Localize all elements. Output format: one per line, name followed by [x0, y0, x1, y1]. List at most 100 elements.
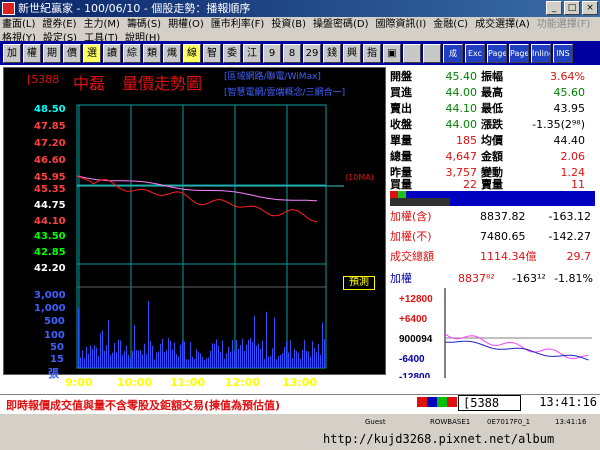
toolbar-button-21[interactable] — [423, 43, 441, 63]
volume-bar — [262, 340, 263, 368]
amount-label: 金額 — [481, 150, 503, 163]
index-row-weighted-excl[interactable]: 加權(不) 7480.65 -142.27 — [390, 227, 595, 247]
volume-bar — [98, 356, 99, 368]
volume-bar — [270, 356, 271, 368]
index-row-weighted-incl[interactable]: 加權(含) 8837.82 -163.12 — [390, 207, 595, 227]
toolbar-button-9[interactable]: 線 — [183, 43, 201, 63]
toolbar-icon-2[interactable]: Page — [487, 43, 507, 63]
toolbar-button-7[interactable]: 類 — [143, 43, 161, 63]
toolbar-button-18[interactable]: 指 — [363, 43, 381, 63]
toolbar-icon-5[interactable]: INS — [553, 43, 573, 63]
toolbar-button-1[interactable]: 權 — [23, 43, 41, 63]
minimize-button[interactable]: _ — [546, 1, 562, 15]
volume-bar — [312, 341, 313, 368]
quote-row-open: 開盤 45.40 振幅 3.64% — [387, 69, 597, 85]
chart-title: 量價走勢圖 — [122, 74, 203, 93]
mini-index-header: 加權 8837⁸² -163¹² -1.81% — [390, 271, 595, 287]
low-label: 最低 — [481, 102, 503, 115]
volume-bar — [308, 351, 309, 368]
price-tick-label: 48.50 — [34, 104, 66, 115]
toolbar-button-5[interactable]: 讀 — [103, 43, 121, 63]
index-weighted-excl-label: 加權(不) — [390, 230, 432, 243]
menu-item-6[interactable]: 投資(B) — [271, 18, 306, 31]
close-button[interactable]: × — [582, 1, 598, 15]
volume-bar — [204, 359, 205, 368]
volume-bar — [288, 352, 289, 368]
menu-item-8[interactable]: 國際資訊(I) — [376, 18, 427, 31]
mini-index-chart[interactable]: +12800 +6400 900094 -6400 -12800 — [397, 288, 592, 383]
volume-bar — [184, 341, 185, 368]
stock-code[interactable]: [5388 — [27, 73, 59, 86]
toolbar-button-13[interactable]: 9 — [263, 43, 281, 63]
toolbar-icon-0[interactable]: 成 — [443, 43, 463, 63]
volume-bar — [186, 359, 187, 368]
volume-bar — [188, 359, 189, 368]
mini-y-tick-label: +6400 — [399, 314, 428, 325]
menu-item-9[interactable]: 金融(C) — [433, 18, 468, 31]
price-tick-label: 42.85 — [34, 247, 66, 258]
maximize-button[interactable]: □ — [564, 1, 580, 15]
volume-bar — [82, 350, 83, 368]
toolbar-button-2[interactable]: 期 — [43, 43, 61, 63]
volume-bar — [260, 348, 261, 368]
volume-bar — [248, 339, 249, 368]
toolbar-button-11[interactable]: 委 — [223, 43, 241, 63]
toolbar-button-4[interactable]: 選 — [83, 43, 101, 63]
volume-bar — [122, 354, 123, 368]
menu-item-5[interactable]: 匯市利率(F) — [211, 18, 265, 31]
toolbar-icon-4[interactable]: Inline — [531, 43, 551, 63]
toolbar-button-17[interactable]: 興 — [343, 43, 361, 63]
volume-bar — [168, 338, 169, 368]
toolbar-button-20[interactable] — [403, 43, 421, 63]
volume-bar — [226, 353, 227, 368]
volume-bar — [196, 349, 197, 368]
toolbar-button-14[interactable]: 8 — [283, 43, 301, 63]
toolbar-button-8[interactable]: 熾 — [163, 43, 181, 63]
volume-tick-label: 3,000 — [34, 290, 66, 301]
index-panel: 加權(含) 8837.82 -163.12 加權(不) 7480.65 -142… — [387, 207, 597, 271]
toolbar-button-3[interactable]: 價 — [63, 43, 81, 63]
toolbar-button-19[interactable]: ▣ — [383, 43, 401, 63]
menu-item-1[interactable]: 證券(E) — [42, 18, 76, 31]
volume-bar — [208, 357, 209, 368]
indicator-red — [417, 397, 427, 407]
buy-sell-ratio-bar — [390, 191, 595, 206]
toolbar-icon-3[interactable]: Page — [509, 43, 529, 63]
volume-bar — [200, 353, 201, 368]
volume-bar — [264, 358, 265, 368]
volume-bar — [272, 348, 273, 368]
menu-item-10[interactable]: 成交選擇(A) — [475, 18, 530, 31]
toolbar-button-16[interactable]: 錢 — [323, 43, 341, 63]
mini-y-tick-label: -6400 — [399, 354, 425, 365]
toolbar-button-10[interactable]: 智 — [203, 43, 221, 63]
toolbar-button-12[interactable]: 江 — [243, 43, 261, 63]
mini-index-percent: -1.81% — [554, 272, 593, 285]
toolbar-button-15[interactable]: 29 — [303, 43, 321, 63]
menu-item-0[interactable]: 畫面(L) — [2, 18, 35, 31]
menu-item-2[interactable]: 主力(M) — [84, 18, 120, 31]
volume-bar — [134, 325, 135, 368]
volume-bar — [222, 340, 223, 368]
stock-code-input[interactable]: [5388 — [458, 395, 521, 411]
reference-line-label: (10MA) — [345, 173, 374, 182]
volume-bar — [154, 359, 155, 368]
toolbar-button-0[interactable]: 加 — [3, 43, 21, 63]
menu-item-7[interactable]: 操盤密碼(D) — [313, 18, 369, 31]
volume-bar — [84, 358, 85, 368]
menu-item-11[interactable]: 功能選擇(F) — [537, 18, 591, 31]
menu-item-3[interactable]: 籌碼(S) — [127, 18, 161, 31]
menu-item-4[interactable]: 期權(O) — [168, 18, 204, 31]
bid-value: 44.00 — [445, 86, 478, 99]
volume-bar — [282, 353, 283, 368]
toolbar-icon-1[interactable]: Exc — [465, 43, 485, 63]
index-row-turnover[interactable]: 成交總額 1114.34億 29.7 — [390, 247, 595, 267]
volume-bar — [112, 352, 113, 368]
predict-button[interactable]: 預測 — [343, 276, 375, 290]
price-tick-label: 45.95 — [34, 172, 66, 183]
bid-label: 買進 — [390, 86, 412, 99]
status-user: Guest — [365, 418, 386, 426]
volume-bar — [162, 338, 163, 368]
volume-bar — [78, 308, 79, 368]
toolbar-button-6[interactable]: 綜 — [123, 43, 141, 63]
index-weighted-incl-value: 8837.82 — [480, 210, 526, 223]
